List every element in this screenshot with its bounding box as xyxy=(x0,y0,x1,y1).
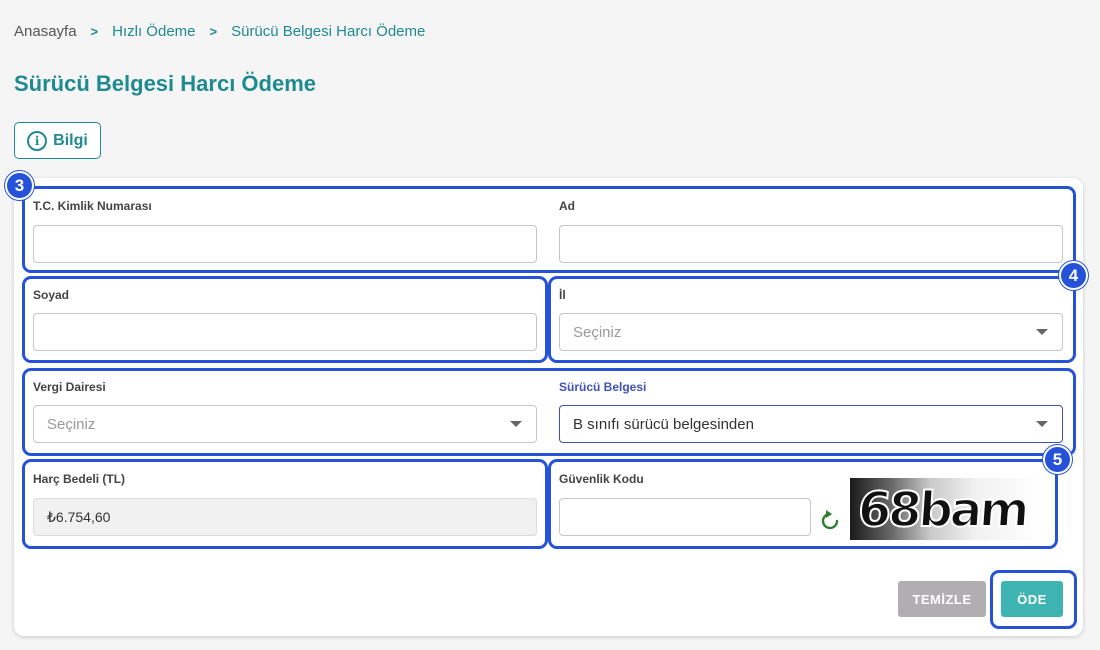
il-select-value: Seçiniz xyxy=(573,323,622,341)
tc-label: T.C. Kimlik Numarası xyxy=(33,199,152,213)
surucu-select-value: B sınıfı sürücü belgesinden xyxy=(573,415,754,433)
soyad-input[interactable] xyxy=(33,313,537,351)
tc-input[interactable] xyxy=(33,225,537,263)
ad-label: Ad xyxy=(559,199,575,213)
step-marker-3: 3 xyxy=(5,171,34,200)
captcha-text: 68bam xyxy=(855,481,1029,539)
breadcrumb-home[interactable]: Anasayfa xyxy=(14,23,77,40)
surucu-select[interactable]: B sınıfı sürücü belgesinden xyxy=(559,405,1063,443)
chevron-right-icon: > xyxy=(209,24,218,39)
dropdown-arrow-icon xyxy=(1036,421,1048,427)
vergi-select-value: Seçiniz xyxy=(47,415,96,433)
page-title: Sürücü Belgesi Harcı Ödeme xyxy=(14,71,316,96)
ad-input[interactable] xyxy=(559,225,1063,263)
harc-input: ₺6.754,60 xyxy=(33,498,537,536)
il-label: İl xyxy=(559,288,566,302)
vergi-label: Vergi Dairesi xyxy=(33,380,106,394)
breadcrumb-current: Sürücü Belgesi Harcı Ödeme xyxy=(231,23,426,40)
info-button-label: Bilgi xyxy=(53,131,88,149)
breadcrumb: Anasayfa > Hızlı Ödeme > Sürücü Belgesi … xyxy=(14,23,425,40)
chevron-right-icon: > xyxy=(90,24,99,39)
pay-button[interactable]: ÖDE xyxy=(1001,581,1063,617)
breadcrumb-quick-payment[interactable]: Hızlı Ödeme xyxy=(112,23,195,40)
info-button[interactable]: i Bilgi xyxy=(14,122,101,159)
step-marker-4: 4 xyxy=(1059,261,1088,290)
captcha-image: 68bam xyxy=(850,478,1041,540)
step-marker-5: 5 xyxy=(1043,445,1072,474)
clear-button[interactable]: TEMİZLE xyxy=(898,581,986,617)
harc-label: Harç Bedeli (TL) xyxy=(33,472,126,486)
dropdown-arrow-icon xyxy=(510,421,522,427)
info-icon: i xyxy=(27,130,48,151)
vergi-select[interactable]: Seçiniz xyxy=(33,405,537,443)
refresh-icon[interactable] xyxy=(818,509,842,533)
soyad-label: Soyad xyxy=(33,288,70,302)
guvenlik-input[interactable] xyxy=(559,498,811,536)
il-select[interactable]: Seçiniz xyxy=(559,313,1063,351)
guvenlik-label: Güvenlik Kodu xyxy=(559,472,644,486)
surucu-label: Sürücü Belgesi xyxy=(559,380,647,394)
dropdown-arrow-icon xyxy=(1036,329,1048,335)
